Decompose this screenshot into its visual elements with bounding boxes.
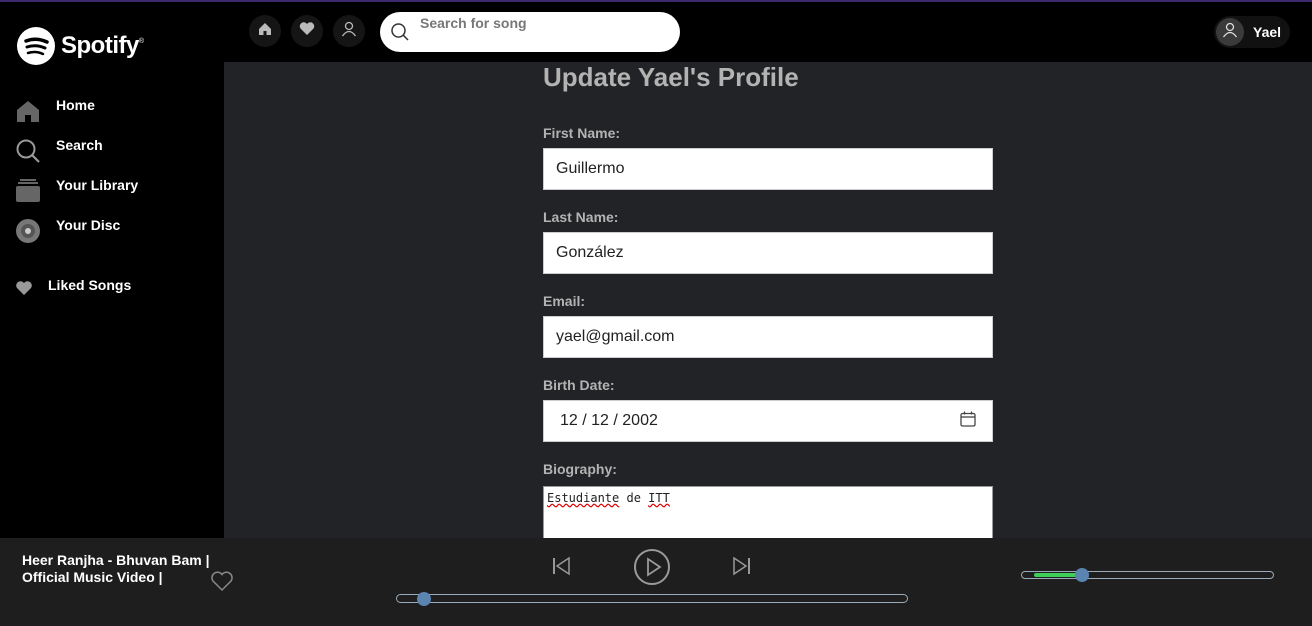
birth-date-label: Birth Date: — [543, 377, 615, 393]
calendar-icon[interactable] — [960, 411, 976, 432]
player-bar: Heer Ranjha - Bhuvan Bam | Official Musi… — [0, 538, 1312, 626]
previous-icon[interactable] — [550, 555, 572, 582]
disc-icon — [15, 218, 41, 244]
sidebar-item-search[interactable]: Search — [15, 137, 103, 164]
heart-icon — [15, 279, 33, 297]
progress-slider[interactable] — [396, 592, 908, 606]
home-button[interactable] — [249, 15, 281, 47]
page-title: Update Yael's Profile — [543, 62, 799, 92]
heart-outline-icon[interactable] — [210, 570, 234, 597]
last-name-label: Last Name: — [543, 209, 619, 225]
sidebar-item-home[interactable]: Home — [15, 97, 95, 124]
search-input[interactable] — [420, 12, 670, 34]
play-icon[interactable] — [633, 548, 671, 591]
search-bar[interactable] — [380, 12, 680, 52]
biography-textarea[interactable]: Estudiante de ITT — [543, 486, 993, 538]
sidebar-item-liked-songs[interactable]: Liked Songs — [15, 273, 131, 297]
sidebar-item-label: Search — [56, 137, 103, 153]
user-menu[interactable]: Yael — [1214, 16, 1290, 48]
email-value: yael@gmail.com — [556, 328, 675, 345]
home-icon — [258, 22, 272, 41]
search-icon — [15, 138, 41, 164]
heart-icon — [299, 21, 315, 41]
user-icon — [341, 21, 357, 42]
birth-date-value: 12 / 12 / 2002 — [560, 412, 658, 429]
user-icon — [1222, 22, 1238, 43]
biography-text: de — [626, 491, 641, 505]
search-icon — [390, 22, 410, 47]
first-name-value: Guillermo — [556, 160, 625, 177]
sidebar-item-disc[interactable]: Your Disc — [15, 217, 121, 244]
sidebar-item-label: Your Library — [56, 177, 139, 193]
brand-name: Spotify — [61, 32, 139, 59]
first-name-field[interactable]: Guillermo — [543, 148, 993, 190]
first-name-label: First Name: — [543, 125, 621, 141]
library-icon — [15, 178, 41, 204]
email-label: Email: — [543, 293, 586, 309]
profile-button[interactable] — [333, 15, 365, 47]
user-name: Yael — [1253, 24, 1282, 40]
liked-button[interactable] — [291, 15, 323, 47]
progress-handle[interactable] — [417, 592, 432, 606]
spotify-logo[interactable]: Spotify ® — [17, 27, 144, 65]
main-content: Update Yael's Profile First Name: Guille… — [224, 62, 1312, 538]
next-icon[interactable] — [731, 555, 753, 582]
birth-date-field[interactable]: 12 / 12 / 2002 — [543, 400, 993, 442]
biography-text: Estudiante — [547, 491, 620, 505]
sidebar-item-label: Home — [56, 97, 95, 113]
sidebar-item-label: Your Disc — [56, 217, 121, 233]
sidebar: Spotify ® Home Search Your Library Your D… — [0, 2, 224, 538]
topbar: Yael — [224, 2, 1312, 62]
sidebar-item-library[interactable]: Your Library — [15, 177, 139, 204]
volume-slider[interactable] — [1021, 568, 1274, 582]
biography-label: Biography: — [543, 461, 617, 477]
email-field[interactable]: yael@gmail.com — [543, 316, 993, 358]
last-name-field[interactable]: González — [543, 232, 993, 274]
home-icon — [15, 98, 41, 124]
now-playing-title: Heer Ranjha - Bhuvan Bam | Official Musi… — [22, 552, 210, 585]
last-name-value: González — [556, 244, 624, 261]
spotify-logo-icon — [17, 27, 55, 65]
volume-handle[interactable] — [1075, 568, 1090, 582]
avatar — [1216, 18, 1244, 46]
biography-text: ITT — [648, 491, 670, 505]
sidebar-item-label: Liked Songs — [48, 277, 132, 293]
